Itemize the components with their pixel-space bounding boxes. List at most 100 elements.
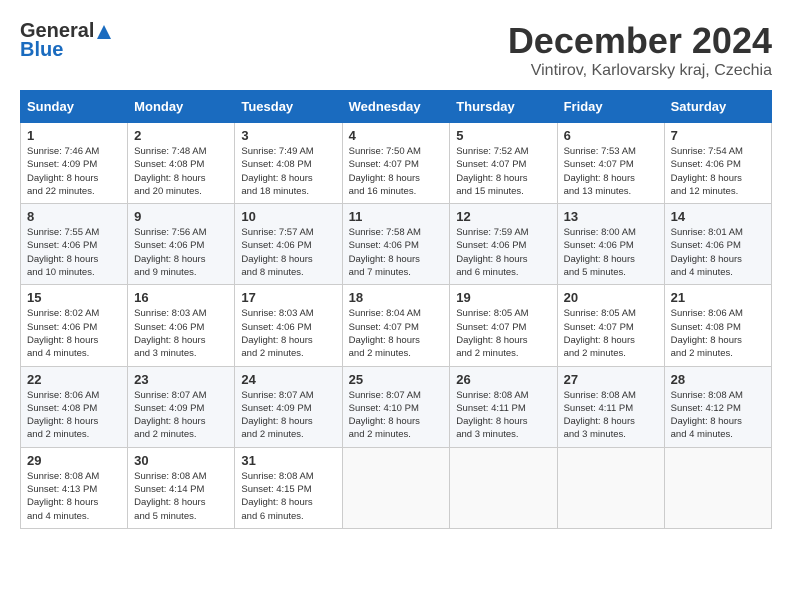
calendar-cell: 28 Sunrise: 8:08 AMSunset: 4:12 PMDayligh… xyxy=(664,366,771,447)
calendar-cell: 23Sunrise: 8:07 AMSunset: 4:09 PMDayligh… xyxy=(128,366,235,447)
day-info: Sunrise: 8:03 AMSunset: 4:06 PMDaylight:… xyxy=(134,307,228,360)
day-number: 2 xyxy=(134,128,228,143)
calendar-cell: 3Sunrise: 7:49 AMSunset: 4:08 PMDaylight… xyxy=(235,123,342,204)
calendar-cell: 19 Sunrise: 8:05 AMSunset: 4:07 PMDayligh… xyxy=(450,285,557,366)
day-info: Sunrise: 8:05 AMSunset: 4:07 PMDaylight:… xyxy=(456,307,550,360)
day-number: 22 xyxy=(27,372,121,387)
day-number: 19 xyxy=(456,290,550,305)
calendar-cell: 7Sunrise: 7:54 AMSunset: 4:06 PMDaylight… xyxy=(664,123,771,204)
day-number: 4 xyxy=(349,128,444,143)
day-number: 3 xyxy=(241,128,335,143)
weekday-header: Monday xyxy=(128,91,235,123)
calendar-cell: 5 Sunrise: 7:52 AMSunset: 4:07 PMDaylight… xyxy=(450,123,557,204)
day-number: 29 xyxy=(27,453,121,468)
day-number: 20 xyxy=(564,290,658,305)
logo-blue: Blue xyxy=(20,39,63,62)
weekday-header: Saturday xyxy=(664,91,771,123)
weekday-header: Friday xyxy=(557,91,664,123)
day-info: Sunrise: 7:53 AMSunset: 4:07 PMDaylight:… xyxy=(564,145,658,198)
calendar-cell: 22 Sunrise: 8:06 AMSunset: 4:08 PMDayligh… xyxy=(21,366,128,447)
day-number: 24 xyxy=(241,372,335,387)
calendar-cell: 27 Sunrise: 8:08 AMSunset: 4:11 PMDayligh… xyxy=(557,366,664,447)
day-info: Sunrise: 8:08 AMSunset: 4:15 PMDaylight:… xyxy=(241,470,335,523)
calendar-cell: 21 Sunrise: 8:06 AMSunset: 4:08 PMDayligh… xyxy=(664,285,771,366)
weekday-header: Thursday xyxy=(450,91,557,123)
calendar-cell: 31 Sunrise: 8:08 AMSunset: 4:15 PMDayligh… xyxy=(235,447,342,528)
calendar-cell: 26 Sunrise: 8:08 AMSunset: 4:11 PMDayligh… xyxy=(450,366,557,447)
day-number: 12 xyxy=(456,209,550,224)
calendar-week-row: 15 Sunrise: 8:02 AMSunset: 4:06 PMDayligh… xyxy=(21,285,772,366)
day-info: Sunrise: 7:48 AMSunset: 4:08 PMDaylight:… xyxy=(134,145,228,198)
logo-arrow-icon xyxy=(95,23,113,41)
calendar-cell: 14Sunrise: 8:01 AMSunset: 4:06 PMDayligh… xyxy=(664,204,771,285)
day-number: 15 xyxy=(27,290,121,305)
day-info: Sunrise: 8:04 AMSunset: 4:07 PMDaylight:… xyxy=(349,307,444,360)
calendar-cell: 18 Sunrise: 8:04 AMSunset: 4:07 PMDayligh… xyxy=(342,285,450,366)
calendar-cell: 9 Sunrise: 7:56 AMSunset: 4:06 PMDaylight… xyxy=(128,204,235,285)
calendar-week-row: 1 Sunrise: 7:46 AMSunset: 4:09 PMDaylight… xyxy=(21,123,772,204)
day-info: Sunrise: 7:46 AMSunset: 4:09 PMDaylight:… xyxy=(27,145,121,198)
calendar-week-row: 29 Sunrise: 8:08 AMSunset: 4:13 PMDayligh… xyxy=(21,447,772,528)
calendar-week-row: 22 Sunrise: 8:06 AMSunset: 4:08 PMDayligh… xyxy=(21,366,772,447)
day-info: Sunrise: 7:56 AMSunset: 4:06 PMDaylight:… xyxy=(134,226,228,279)
day-number: 16 xyxy=(134,290,228,305)
day-info: Sunrise: 8:03 AMSunset: 4:06 PMDaylight:… xyxy=(241,307,335,360)
calendar-cell xyxy=(557,447,664,528)
day-info: Sunrise: 7:58 AMSunset: 4:06 PMDaylight:… xyxy=(349,226,444,279)
calendar-cell xyxy=(664,447,771,528)
calendar-cell: 29 Sunrise: 8:08 AMSunset: 4:13 PMDayligh… xyxy=(21,447,128,528)
day-info: Sunrise: 8:06 AMSunset: 4:08 PMDaylight:… xyxy=(671,307,765,360)
day-number: 11 xyxy=(349,209,444,224)
day-info: Sunrise: 8:08 AMSunset: 4:14 PMDaylight:… xyxy=(134,470,228,523)
calendar-week-row: 8 Sunrise: 7:55 AMSunset: 4:06 PMDaylight… xyxy=(21,204,772,285)
day-number: 30 xyxy=(134,453,228,468)
calendar-cell: 2 Sunrise: 7:48 AMSunset: 4:08 PMDaylight… xyxy=(128,123,235,204)
day-number: 23 xyxy=(134,372,228,387)
day-number: 31 xyxy=(241,453,335,468)
weekday-header: Wednesday xyxy=(342,91,450,123)
day-info: Sunrise: 8:07 AMSunset: 4:09 PMDaylight:… xyxy=(241,389,335,442)
day-number: 26 xyxy=(456,372,550,387)
day-info: Sunrise: 7:52 AMSunset: 4:07 PMDaylight:… xyxy=(456,145,550,198)
day-number: 10 xyxy=(241,209,335,224)
day-number: 9 xyxy=(134,209,228,224)
day-info: Sunrise: 8:00 AMSunset: 4:06 PMDaylight:… xyxy=(564,226,658,279)
title-area: December 2024 Vintirov, Karlovarsky kraj… xyxy=(508,20,772,80)
day-number: 1 xyxy=(27,128,121,143)
day-info: Sunrise: 8:05 AMSunset: 4:07 PMDaylight:… xyxy=(564,307,658,360)
calendar-cell: 8 Sunrise: 7:55 AMSunset: 4:06 PMDaylight… xyxy=(21,204,128,285)
month-title: December 2024 xyxy=(508,20,772,62)
day-info: Sunrise: 7:59 AMSunset: 4:06 PMDaylight:… xyxy=(456,226,550,279)
calendar-cell xyxy=(450,447,557,528)
day-info: Sunrise: 8:08 AMSunset: 4:11 PMDaylight:… xyxy=(564,389,658,442)
day-info: Sunrise: 8:02 AMSunset: 4:06 PMDaylight:… xyxy=(27,307,121,360)
weekday-header: Sunday xyxy=(21,91,128,123)
calendar-table: SundayMondayTuesdayWednesdayThursdayFrid… xyxy=(20,90,772,529)
calendar-cell: 30 Sunrise: 8:08 AMSunset: 4:14 PMDayligh… xyxy=(128,447,235,528)
day-number: 14 xyxy=(671,209,765,224)
calendar-cell: 20 Sunrise: 8:05 AMSunset: 4:07 PMDayligh… xyxy=(557,285,664,366)
day-number: 8 xyxy=(27,209,121,224)
day-number: 27 xyxy=(564,372,658,387)
day-number: 25 xyxy=(349,372,444,387)
calendar-cell: 17Sunrise: 8:03 AMSunset: 4:06 PMDayligh… xyxy=(235,285,342,366)
day-number: 5 xyxy=(456,128,550,143)
day-info: Sunrise: 8:06 AMSunset: 4:08 PMDaylight:… xyxy=(27,389,121,442)
day-info: Sunrise: 8:08 AMSunset: 4:11 PMDaylight:… xyxy=(456,389,550,442)
day-number: 21 xyxy=(671,290,765,305)
calendar-cell: 15 Sunrise: 8:02 AMSunset: 4:06 PMDayligh… xyxy=(21,285,128,366)
calendar-cell: 13Sunrise: 8:00 AMSunset: 4:06 PMDayligh… xyxy=(557,204,664,285)
day-info: Sunrise: 8:08 AMSunset: 4:13 PMDaylight:… xyxy=(27,470,121,523)
calendar-header-row: SundayMondayTuesdayWednesdayThursdayFrid… xyxy=(21,91,772,123)
day-info: Sunrise: 7:55 AMSunset: 4:06 PMDaylight:… xyxy=(27,226,121,279)
day-number: 18 xyxy=(349,290,444,305)
calendar-cell: 10 Sunrise: 7:57 AMSunset: 4:06 PMDayligh… xyxy=(235,204,342,285)
calendar-cell: 6Sunrise: 7:53 AMSunset: 4:07 PMDaylight… xyxy=(557,123,664,204)
calendar-cell xyxy=(342,447,450,528)
weekday-header: Tuesday xyxy=(235,91,342,123)
day-info: Sunrise: 7:57 AMSunset: 4:06 PMDaylight:… xyxy=(241,226,335,279)
day-number: 7 xyxy=(671,128,765,143)
calendar-cell: 1 Sunrise: 7:46 AMSunset: 4:09 PMDaylight… xyxy=(21,123,128,204)
day-number: 28 xyxy=(671,372,765,387)
day-info: Sunrise: 8:08 AMSunset: 4:12 PMDaylight:… xyxy=(671,389,765,442)
